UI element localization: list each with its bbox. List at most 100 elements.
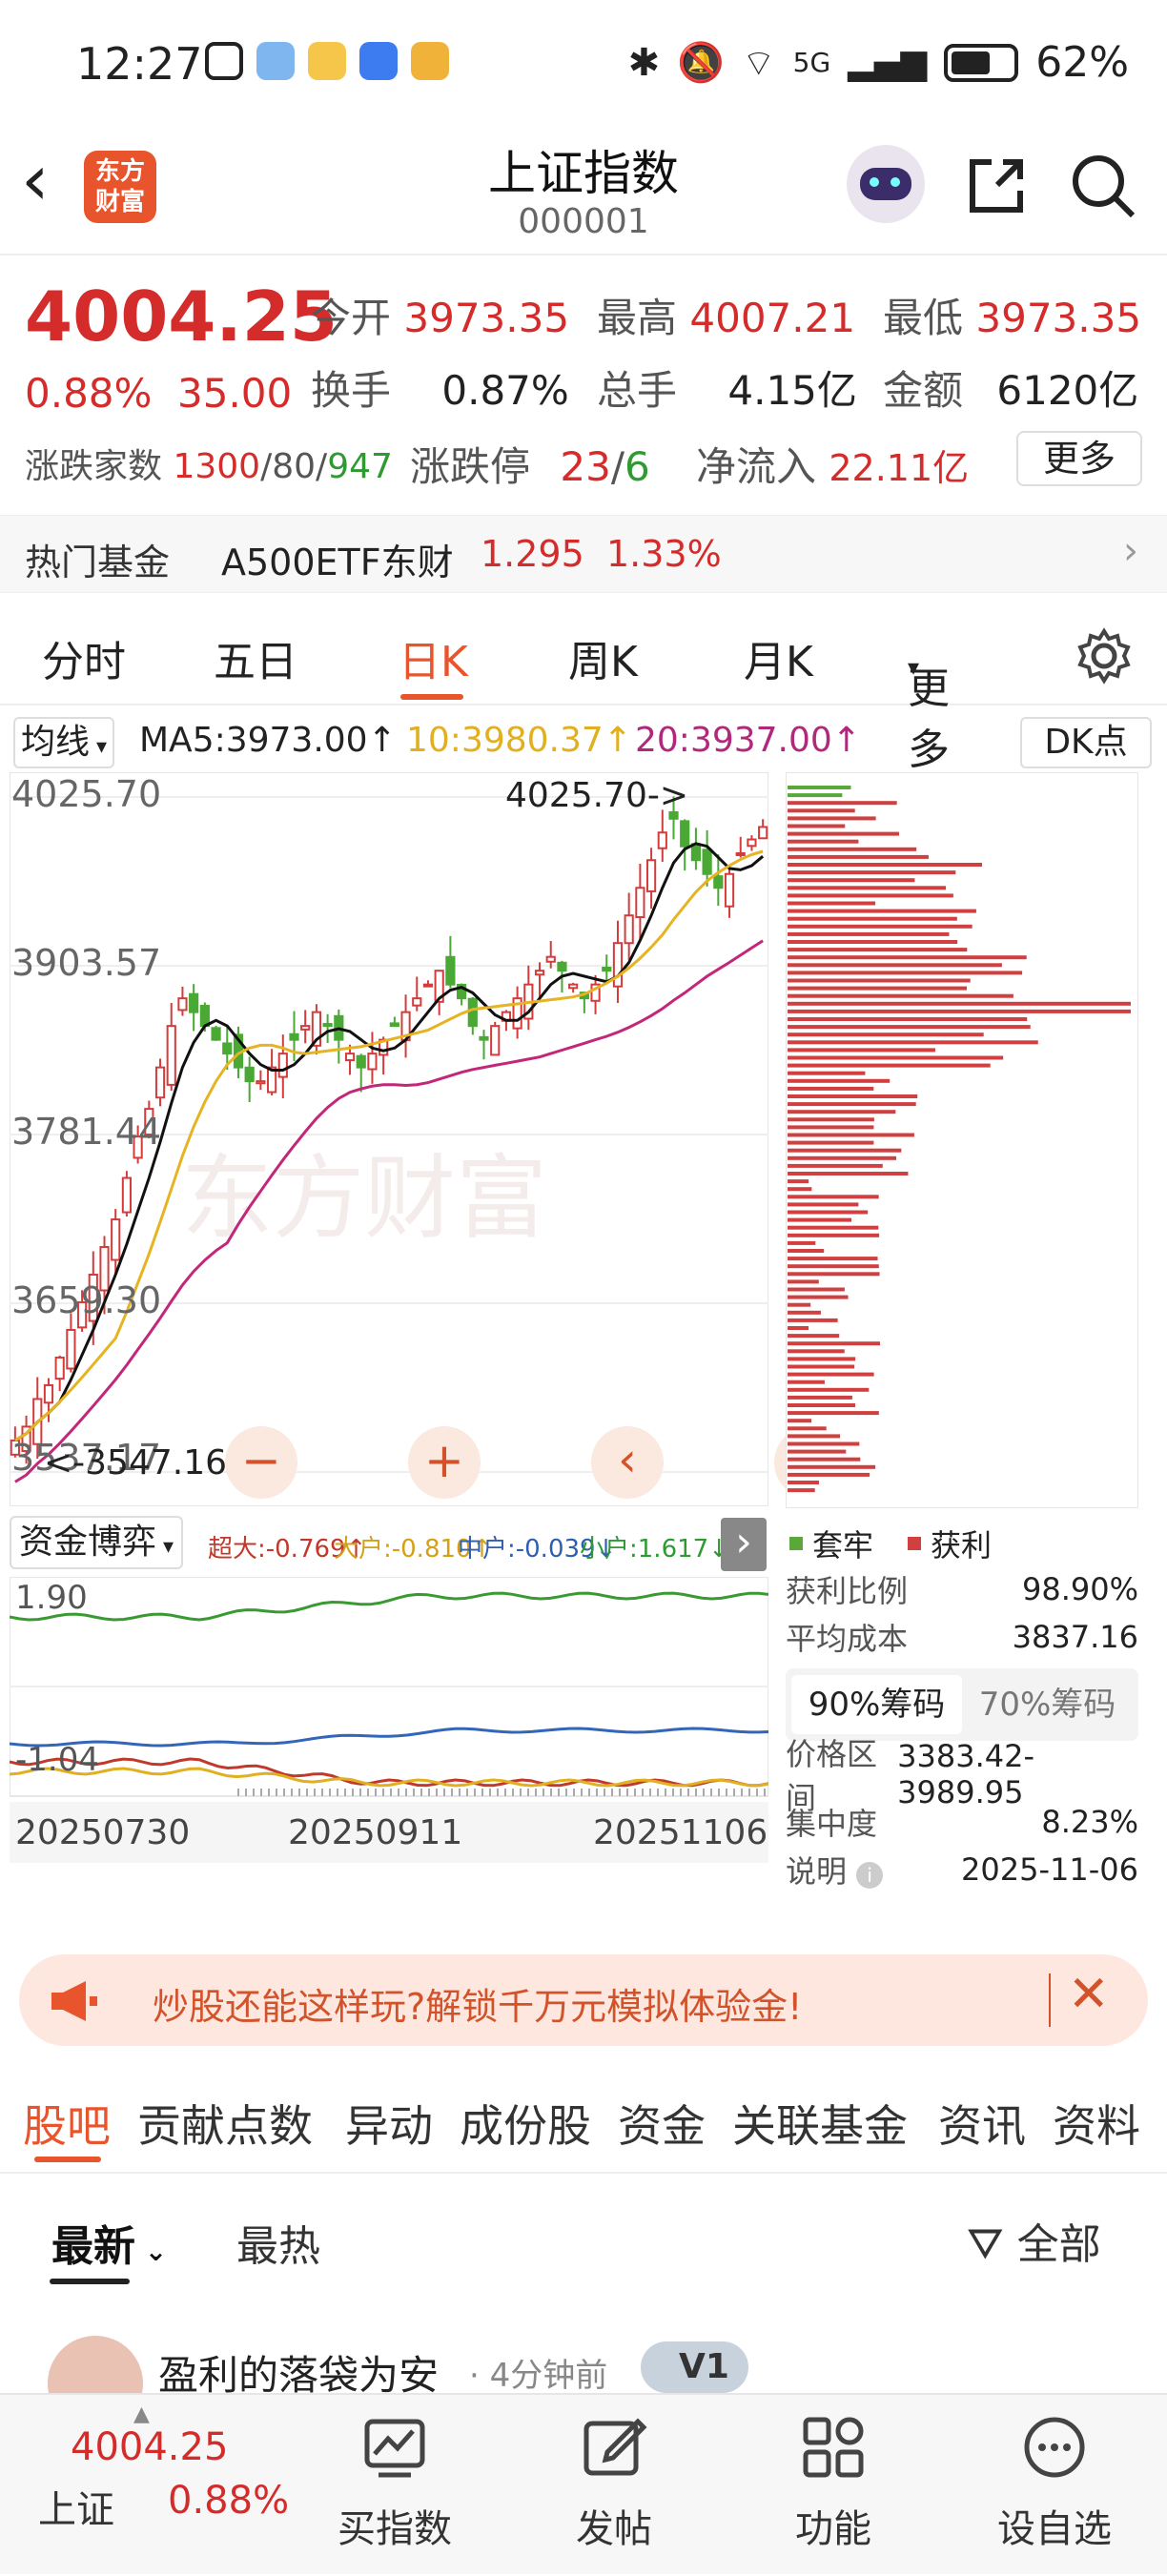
buy-index-button[interactable]: 买指数 bbox=[309, 2404, 481, 2553]
price-range-value: 3383.42-3989.95 bbox=[897, 1738, 1035, 1810]
tab-profile[interactable]: 资料 bbox=[1053, 2092, 1140, 2155]
battery-percent: 62% bbox=[1035, 38, 1129, 87]
y-tick-label: 3903.57 bbox=[11, 942, 161, 984]
tab-chip-70[interactable]: 70%筹码 bbox=[962, 1675, 1133, 1734]
ma10-value: 10:3980.37↑ bbox=[406, 721, 632, 760]
chip-bar bbox=[788, 1163, 883, 1168]
chip-bar bbox=[788, 1441, 860, 1446]
chip-bar bbox=[788, 1063, 991, 1068]
inflow-row: 净流入 22.11亿 bbox=[696, 435, 969, 493]
tab-monthly-k[interactable]: 月K bbox=[744, 627, 813, 688]
settings-gear-icon[interactable] bbox=[1075, 627, 1133, 685]
chip-distribution-chart bbox=[786, 772, 1138, 1508]
more-button[interactable]: 更多 bbox=[1016, 431, 1142, 486]
candle bbox=[467, 997, 478, 1028]
candle bbox=[445, 955, 456, 986]
chip-bar bbox=[788, 1395, 852, 1400]
scroll-left-button[interactable]: ‹ bbox=[591, 1426, 664, 1499]
tab-related-funds[interactable]: 关联基金 bbox=[732, 2092, 908, 2155]
chip-bar bbox=[788, 893, 953, 898]
chip-bar bbox=[788, 1326, 809, 1330]
filter-button[interactable]: ⛛ 全部 bbox=[967, 2210, 1101, 2271]
status-time: 12:27 bbox=[76, 38, 203, 90]
sort-latest-label: 最新 bbox=[51, 2222, 135, 2271]
chip-bar bbox=[788, 1472, 870, 1477]
candle bbox=[702, 848, 712, 875]
close-icon[interactable]: ✕ bbox=[1068, 1966, 1110, 2023]
chip-bar bbox=[788, 1032, 984, 1037]
tab-contribution[interactable]: 贡献点数 bbox=[137, 2092, 313, 2155]
tab-constituents[interactable]: 成份股 bbox=[460, 2092, 591, 2155]
open-value: 3973.35 bbox=[403, 295, 570, 341]
tab-weekly-k[interactable]: 周K bbox=[568, 627, 638, 688]
avg-cost-value: 3837.16 bbox=[1012, 1619, 1138, 1655]
tab-movement[interactable]: 异动 bbox=[345, 2092, 433, 2155]
hot-fund-bar[interactable]: 热门基金 A500ETF东财 1.295 1.33% › bbox=[0, 515, 1167, 593]
funds-y-bottom: -1.04 bbox=[15, 1741, 99, 1779]
sort-latest[interactable]: 最新 ⌄ bbox=[51, 2212, 167, 2273]
share-icon[interactable] bbox=[963, 153, 1030, 219]
add-watchlist-button[interactable]: 设自选 bbox=[969, 2404, 1140, 2553]
tab-news[interactable]: 资讯 bbox=[938, 2092, 1026, 2155]
ma-select[interactable]: 均线 ▾ bbox=[13, 717, 115, 768]
promo-banner[interactable]: 炒股还能这样玩?解锁千万元模拟体验金! ✕ bbox=[19, 1954, 1148, 2046]
quote-panel: 4004.25 0.88% 35.00 今开 3973.35 最高 4007.2… bbox=[0, 257, 1167, 505]
candle bbox=[177, 997, 188, 1012]
chip-bar bbox=[788, 1148, 902, 1153]
info-icon[interactable]: i bbox=[856, 1862, 884, 1889]
note-label-wrap[interactable]: 说明 i bbox=[786, 1848, 884, 1891]
legend-swatch-loss bbox=[789, 1537, 803, 1550]
tab-capital[interactable]: 资金 bbox=[618, 2092, 706, 2155]
sort-hot[interactable]: 最热 bbox=[236, 2212, 320, 2273]
profit-ratio-label: 获利比例 bbox=[786, 1573, 909, 1609]
signal-icon: ▂▄▆ bbox=[848, 43, 928, 82]
tab-guba[interactable]: 股吧 bbox=[23, 2092, 111, 2155]
chip-bar bbox=[788, 1357, 856, 1361]
chip-bar bbox=[788, 916, 957, 921]
tab-five-day[interactable]: 五日 bbox=[214, 627, 297, 688]
expand-right-icon[interactable]: › bbox=[721, 1518, 767, 1571]
tab-chip-90[interactable]: 90%筹码 bbox=[791, 1675, 962, 1734]
chip-bar bbox=[788, 831, 899, 836]
divider bbox=[1049, 1973, 1051, 2027]
chip-bar bbox=[788, 955, 1027, 960]
index-mini-quote[interactable]: ▲ 4004.25 上证 0.88% bbox=[0, 2395, 289, 2576]
search-icon[interactable] bbox=[1068, 151, 1138, 221]
chip-bar bbox=[788, 1140, 874, 1145]
ma-select-label: 均线 bbox=[21, 723, 91, 762]
chip-bar bbox=[788, 886, 947, 890]
dec-count: 947 bbox=[327, 447, 393, 486]
tab-intraday[interactable]: 分时 bbox=[42, 627, 126, 688]
zoom-in-button[interactable]: + bbox=[408, 1426, 481, 1499]
funds-game-select[interactable]: 资金博弈 ▾ bbox=[10, 1516, 184, 1569]
chip-bar bbox=[788, 854, 929, 859]
tab-daily-k[interactable]: 日K bbox=[399, 627, 468, 688]
candle bbox=[189, 992, 199, 1013]
candle bbox=[54, 1356, 65, 1380]
candle bbox=[612, 942, 624, 988]
functions-button[interactable]: 功能 bbox=[747, 2404, 919, 2553]
dropdown-icon: ▾ bbox=[90, 735, 108, 759]
low-value: 3973.35 bbox=[975, 295, 1142, 341]
post-label: 发帖 bbox=[576, 2507, 652, 2551]
chip-bar bbox=[788, 986, 968, 991]
chip-bar bbox=[788, 993, 1013, 998]
dk-point-button[interactable]: DK点 bbox=[1020, 717, 1152, 768]
candle bbox=[300, 1025, 311, 1031]
candle bbox=[199, 1005, 210, 1028]
chip-bar bbox=[788, 1133, 914, 1137]
post-item[interactable]: 盈利的落袋为安 · 4分钟前 V1 bbox=[0, 2336, 1167, 2431]
chip-bar bbox=[788, 901, 876, 906]
content-tabs: 股吧 贡献点数 异动 成份股 资金 关联基金 资讯 资料 bbox=[0, 2069, 1167, 2174]
avg-cost-label: 平均成本 bbox=[786, 1621, 909, 1657]
candle bbox=[256, 1080, 266, 1085]
candle bbox=[222, 1042, 233, 1055]
chip-bar bbox=[788, 1210, 869, 1215]
chip-bar bbox=[788, 1102, 916, 1107]
candle bbox=[356, 1054, 366, 1069]
zoom-out-button[interactable]: − bbox=[225, 1426, 297, 1499]
kline-chart[interactable]: 东方财富 4025.703903.573781.443659.303537.17… bbox=[10, 772, 768, 1506]
robot-assistant-icon[interactable] bbox=[847, 145, 925, 223]
post-button[interactable]: 发帖 bbox=[528, 2404, 700, 2553]
candle bbox=[389, 1022, 399, 1028]
